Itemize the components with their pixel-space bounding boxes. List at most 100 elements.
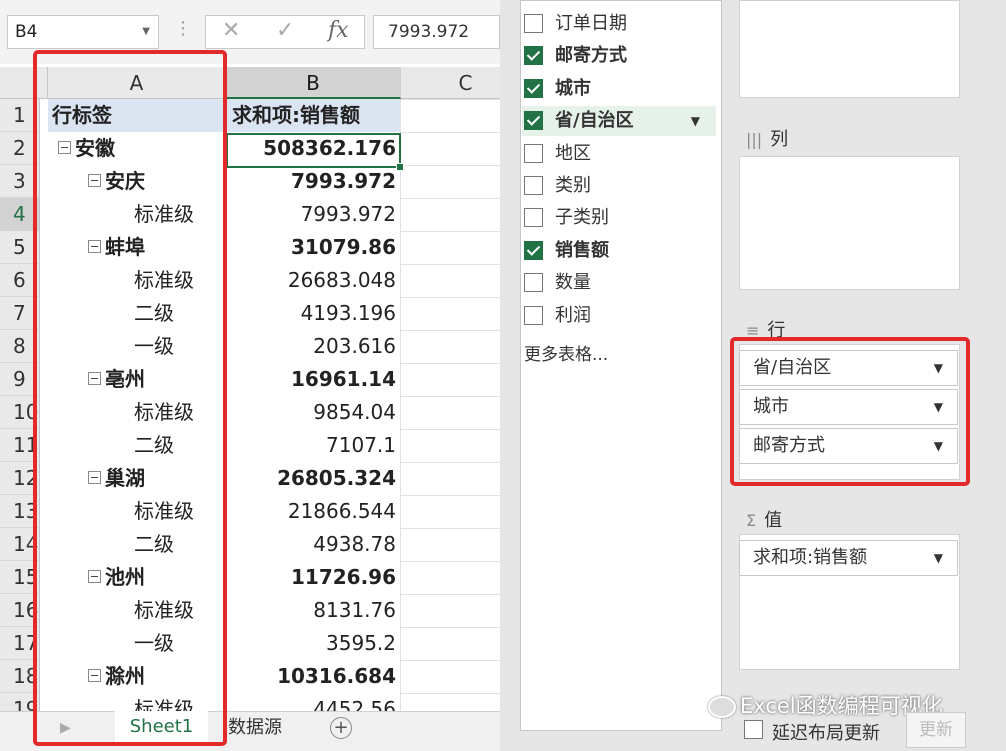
field-item[interactable]: 利润 [522, 301, 716, 331]
checkbox-checked[interactable] [524, 79, 543, 98]
pivot-value-cell[interactable]: 26805.324 [226, 462, 400, 495]
checkbox[interactable] [524, 273, 543, 292]
gridline [400, 264, 500, 265]
gridline [400, 693, 500, 694]
gridline [400, 528, 500, 529]
update-button[interactable]: 更新 [906, 712, 966, 748]
sigma-icon: Σ [746, 511, 757, 530]
defer-update-label: 延迟布局更新 [772, 723, 880, 744]
gridline [400, 429, 500, 430]
add-sheet-icon[interactable]: + [330, 717, 352, 739]
field-label: 类别 [555, 175, 591, 196]
gridline [400, 594, 500, 595]
field-label: 订单日期 [555, 13, 627, 34]
value-field-label: 求和项:销售额 [753, 547, 868, 568]
field-label: 邮寄方式 [555, 45, 627, 66]
field-label: 利润 [555, 305, 591, 326]
more-tables-link[interactable]: 更多表格... [524, 340, 608, 365]
pivot-value-cell[interactable]: 7993.972 [226, 165, 400, 198]
gridline [400, 297, 500, 298]
field-label: 销售额 [555, 240, 609, 261]
columns-area-header: ||| 列 [746, 125, 788, 151]
pivot-value-cell[interactable]: 8131.76 [226, 594, 400, 627]
checkbox-checked[interactable] [524, 241, 543, 260]
checkbox[interactable] [524, 144, 543, 163]
insert-function-icon[interactable]: fx [328, 18, 349, 43]
pivot-value-header[interactable]: 求和项:销售额 [226, 99, 400, 132]
value-field-sales[interactable]: 求和项:销售额 ▼ [739, 540, 958, 576]
pivot-value-cell[interactable]: 7107.1 [226, 429, 400, 462]
checkbox[interactable] [524, 14, 543, 33]
highlight-box-rows-area [730, 337, 970, 486]
checkbox[interactable] [524, 208, 543, 227]
defer-update-checkbox[interactable] [744, 720, 763, 739]
chevron-down-icon[interactable]: ▼ [691, 106, 700, 136]
selected-cell-b4[interactable] [226, 133, 404, 171]
field-item[interactable]: 数量 [522, 268, 716, 298]
checkbox-checked[interactable] [524, 46, 543, 65]
gridline [400, 462, 500, 463]
field-item[interactable]: 销售额 [522, 236, 716, 266]
pivot-value-cell[interactable]: 31079.86 [226, 231, 400, 264]
field-label: 城市 [555, 78, 591, 99]
columns-area[interactable] [739, 156, 960, 290]
field-label: 数量 [555, 272, 591, 293]
pivot-value-cell[interactable]: 26683.048 [226, 264, 400, 297]
field-item[interactable]: 子类别 [522, 203, 716, 233]
name-box-value: B4 [15, 22, 38, 42]
pivot-value-cell[interactable]: 11726.96 [226, 561, 400, 594]
formula-bar-resize-handle[interactable]: ⋮ [174, 18, 193, 39]
field-label: 省/自治区 [555, 110, 634, 131]
gridline [400, 396, 500, 397]
pivot-value-cell[interactable]: 10316.684 [226, 660, 400, 693]
formula-buttons: ✕ ✓ fx [205, 15, 365, 49]
gridline [400, 99, 500, 100]
field-label: 地区 [555, 143, 591, 164]
pivot-value-cell[interactable]: 4452.56 [226, 693, 400, 711]
gridline [400, 99, 401, 711]
field-item[interactable]: 城市 [522, 74, 716, 104]
values-area-label: 值 [764, 510, 783, 531]
gridline [400, 495, 500, 496]
field-item[interactable]: 邮寄方式 [522, 41, 716, 71]
formula-input[interactable]: 7993.972 [373, 15, 500, 49]
checkbox[interactable] [524, 306, 543, 325]
name-box[interactable]: B4 ▼ [7, 15, 159, 49]
chevron-down-icon[interactable]: ▼ [142, 16, 150, 48]
gridline [400, 627, 500, 628]
pivot-value-cell[interactable]: 21866.544 [226, 495, 400, 528]
gridline [400, 132, 500, 133]
cancel-icon[interactable]: ✕ [222, 18, 240, 43]
checkbox[interactable] [524, 176, 543, 195]
field-label: 子类别 [555, 207, 609, 228]
pivot-value-cell[interactable]: 7993.972 [226, 198, 400, 231]
field-item[interactable]: 地区 [522, 139, 716, 169]
values-area-header: Σ值 [746, 506, 782, 532]
columns-icon: ||| [746, 130, 763, 149]
gridline [400, 561, 500, 562]
gridline [400, 165, 500, 166]
pivot-value-cell[interactable]: 9854.04 [226, 396, 400, 429]
gridline [400, 330, 500, 331]
filters-area[interactable] [739, 0, 960, 98]
gridline [400, 660, 500, 661]
sheet-tab-data-source[interactable]: 数据源 [215, 712, 295, 746]
pivot-value-cell[interactable]: 16961.14 [226, 363, 400, 396]
pivot-value-cell[interactable]: 203.616 [226, 330, 400, 363]
column-header-b[interactable]: B [226, 67, 401, 99]
pivot-value-cell[interactable]: 4938.78 [226, 528, 400, 561]
field-item[interactable]: 订单日期 [522, 9, 716, 39]
columns-area-label: 列 [770, 129, 789, 150]
checkbox-checked[interactable] [524, 111, 543, 130]
pivot-value-cell[interactable]: 3595.2 [226, 627, 400, 660]
field-item[interactable]: 省/自治区 ▼ [522, 106, 716, 136]
highlight-box-row-labels [33, 50, 227, 746]
field-item[interactable]: 类别 [522, 171, 716, 201]
chevron-down-icon[interactable]: ▼ [934, 541, 943, 575]
wechat-icon [708, 696, 736, 718]
column-header-c[interactable]: C [401, 67, 500, 99]
enter-icon[interactable]: ✓ [276, 18, 294, 43]
pivot-value-cell[interactable]: 4193.196 [226, 297, 400, 330]
gridline [400, 198, 500, 199]
gridline [400, 231, 500, 232]
